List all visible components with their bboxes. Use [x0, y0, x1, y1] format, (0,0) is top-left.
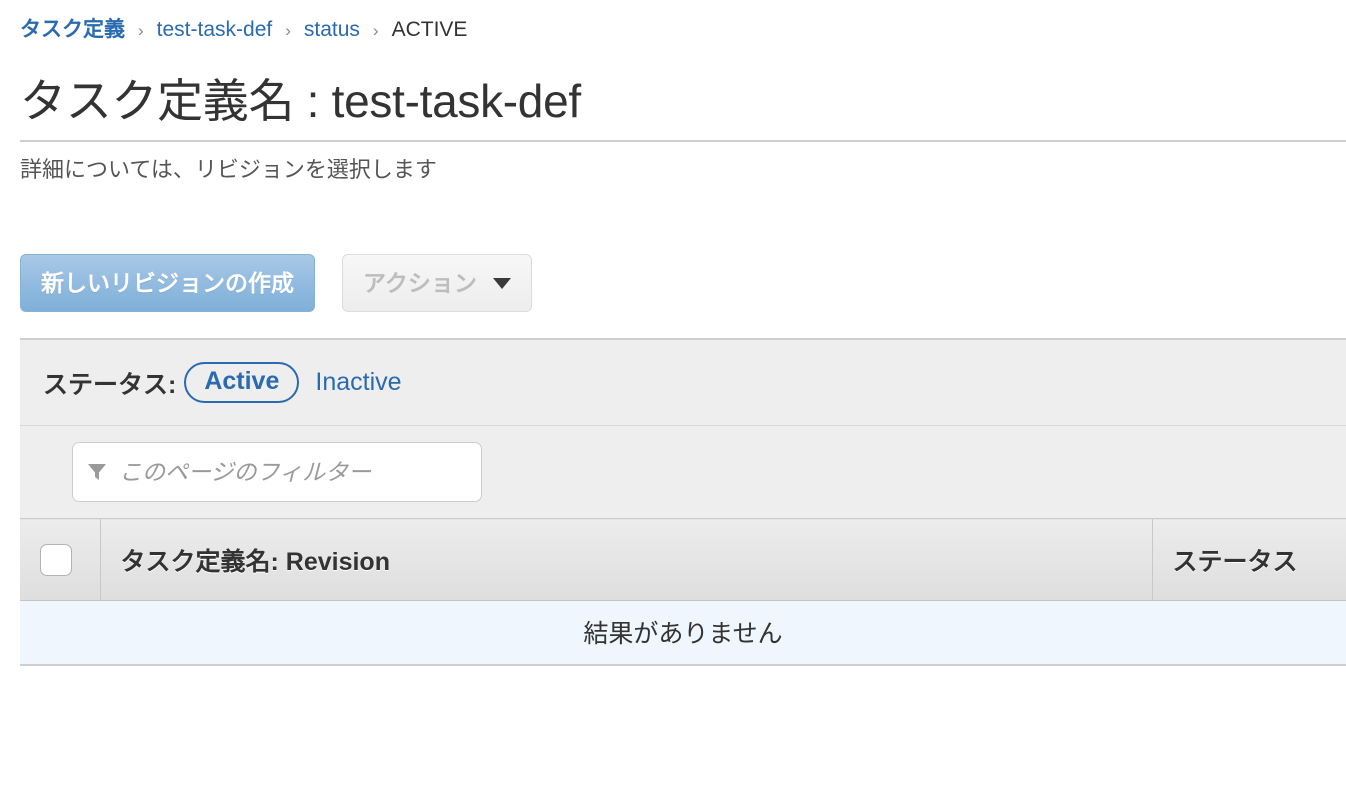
revisions-table: タスク定義名: Revision ステータス 結果がありません: [20, 518, 1346, 666]
breadcrumb-item-task-definitions[interactable]: タスク定義: [20, 19, 125, 40]
breadcrumb-separator-icon: ›: [138, 21, 144, 40]
actions-dropdown-label: アクション: [363, 270, 477, 297]
page-title: タスク定義名 : test-task-def: [20, 75, 581, 127]
page-subtitle: 詳細については、リビジョンを選択します: [20, 156, 437, 182]
table-body: 結果がありません: [20, 600, 1346, 666]
status-filter-active[interactable]: Active: [184, 362, 300, 404]
actions-dropdown-button[interactable]: アクション: [342, 254, 532, 313]
breadcrumb-item-task-def-name[interactable]: test-task-def: [157, 19, 273, 40]
status-filter-inactive[interactable]: Inactive: [315, 368, 401, 397]
title-divider: [20, 139, 1346, 142]
status-filter-row: ステータス: Active Inactive: [20, 340, 1346, 427]
revisions-panel: ステータス: Active Inactive タスク定義名: Revision …: [20, 338, 1346, 666]
status-filter-label: ステータス:: [43, 370, 177, 399]
column-header-status[interactable]: ステータス: [1151, 518, 1346, 602]
create-new-revision-button[interactable]: 新しいリビジョンの作成: [20, 254, 315, 313]
filter-row: [20, 426, 1346, 519]
breadcrumb: タスク定義 › test-task-def › status › ACTIVE: [0, 0, 1346, 40]
breadcrumb-separator-icon: ›: [372, 21, 379, 40]
chevron-down-icon: [492, 277, 511, 289]
select-all-checkbox[interactable]: [40, 543, 72, 576]
table-header-row: タスク定義名: Revision ステータス: [20, 518, 1346, 602]
breadcrumb-item-active: ACTIVE: [391, 18, 468, 41]
empty-state-message: 結果がありません: [20, 600, 1346, 666]
toolbar: 新しいリビジョンの作成 アクション: [20, 254, 1346, 313]
filter-input[interactable]: [117, 457, 467, 487]
filter-input-wrapper[interactable]: [72, 442, 482, 503]
filter-funnel-icon: [88, 464, 106, 481]
select-all-header: [20, 518, 101, 602]
breadcrumb-item-status[interactable]: status: [304, 19, 360, 40]
table-empty-row: 結果がありません: [20, 600, 1346, 666]
column-header-name-revision[interactable]: タスク定義名: Revision: [100, 518, 1152, 602]
breadcrumb-separator-icon: ›: [285, 21, 291, 40]
